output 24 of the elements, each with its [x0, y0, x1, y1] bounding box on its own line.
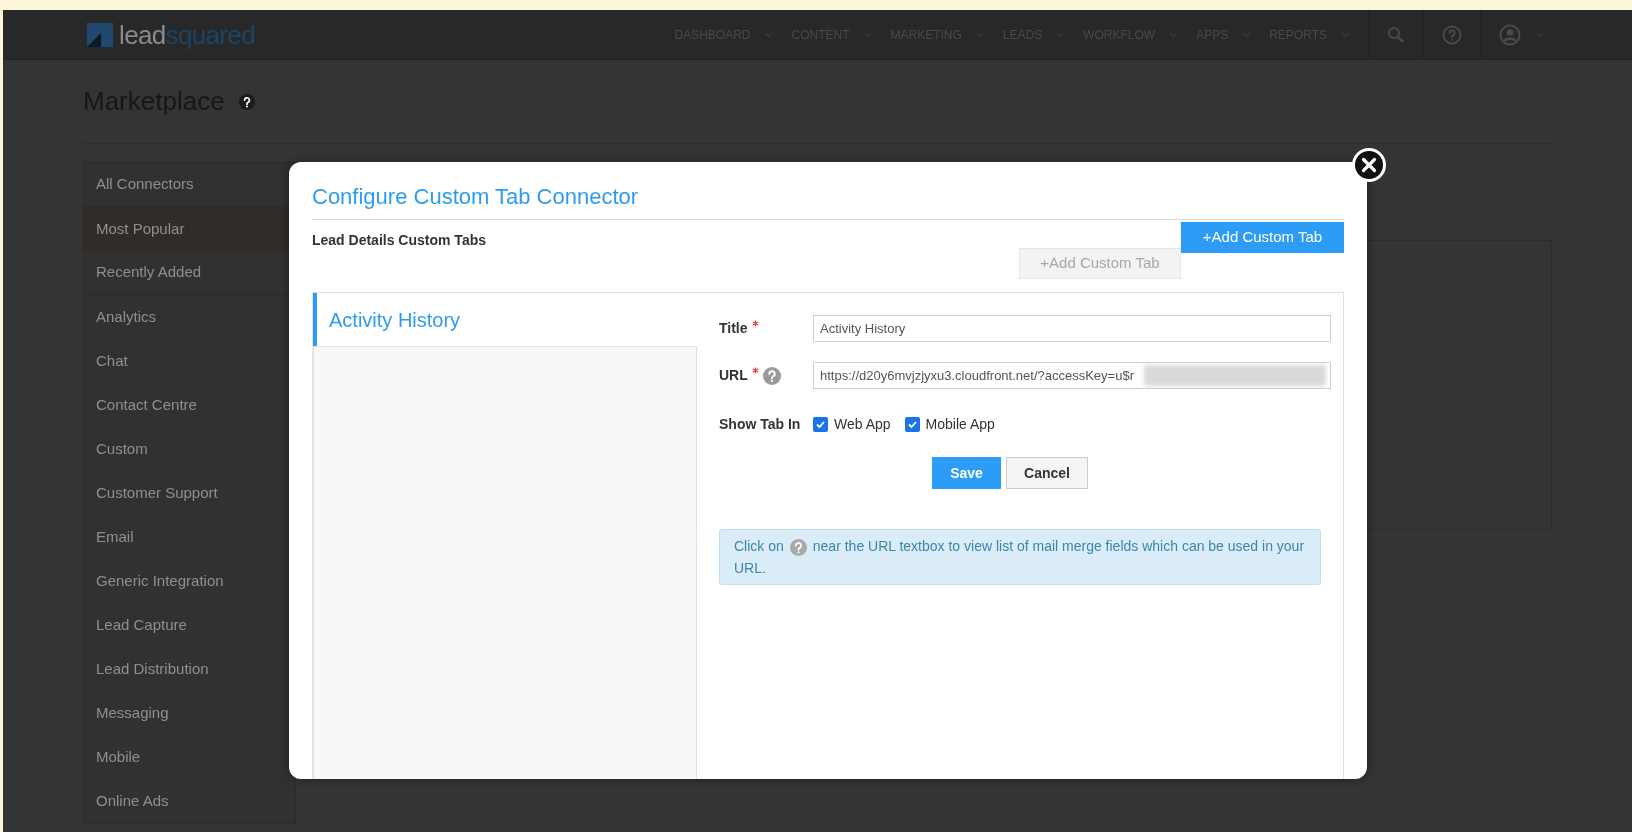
- save-button[interactable]: Save: [932, 457, 1001, 489]
- field-label: Show Tab In: [719, 414, 802, 434]
- search-icon[interactable]: [1387, 25, 1405, 44]
- field-label: URL: [719, 366, 748, 385]
- checkbox-label: Mobile App: [925, 414, 995, 434]
- checkbox[interactable]: [813, 416, 828, 432]
- help-icon[interactable]: [238, 93, 255, 110]
- sidebar-item[interactable]: Online Ads: [84, 779, 295, 823]
- checkbox[interactable]: [904, 416, 920, 432]
- info-message: Click on near the URL textbox to view list of mail merge fields which can be used in your URL.: [719, 529, 1321, 585]
- checkbox-label: Web App: [834, 414, 891, 434]
- section-title: Lead Details Custom Tabs: [312, 231, 486, 250]
- required-icon: [751, 320, 759, 327]
- cancel-button[interactable]: Cancel: [1006, 457, 1088, 489]
- user-icon[interactable]: [1499, 23, 1521, 46]
- required-icon: [751, 367, 759, 374]
- logo-icon: [87, 22, 113, 47]
- close-icon[interactable]: [1352, 148, 1386, 182]
- input-field[interactable]: Activity History: [813, 315, 1331, 342]
- modal-title: Configure Custom Tab Connector: [312, 180, 1344, 220]
- field-label: Title: [719, 319, 748, 338]
- input-field[interactable]: https://d20y6mvjzjyxu3.cloudfront.net/?accessKey=u$r: [813, 362, 1331, 389]
- add-custom-tab-button[interactable]: +Add Custom Tab: [1181, 222, 1344, 253]
- logo-text: leadsquared: [119, 21, 255, 48]
